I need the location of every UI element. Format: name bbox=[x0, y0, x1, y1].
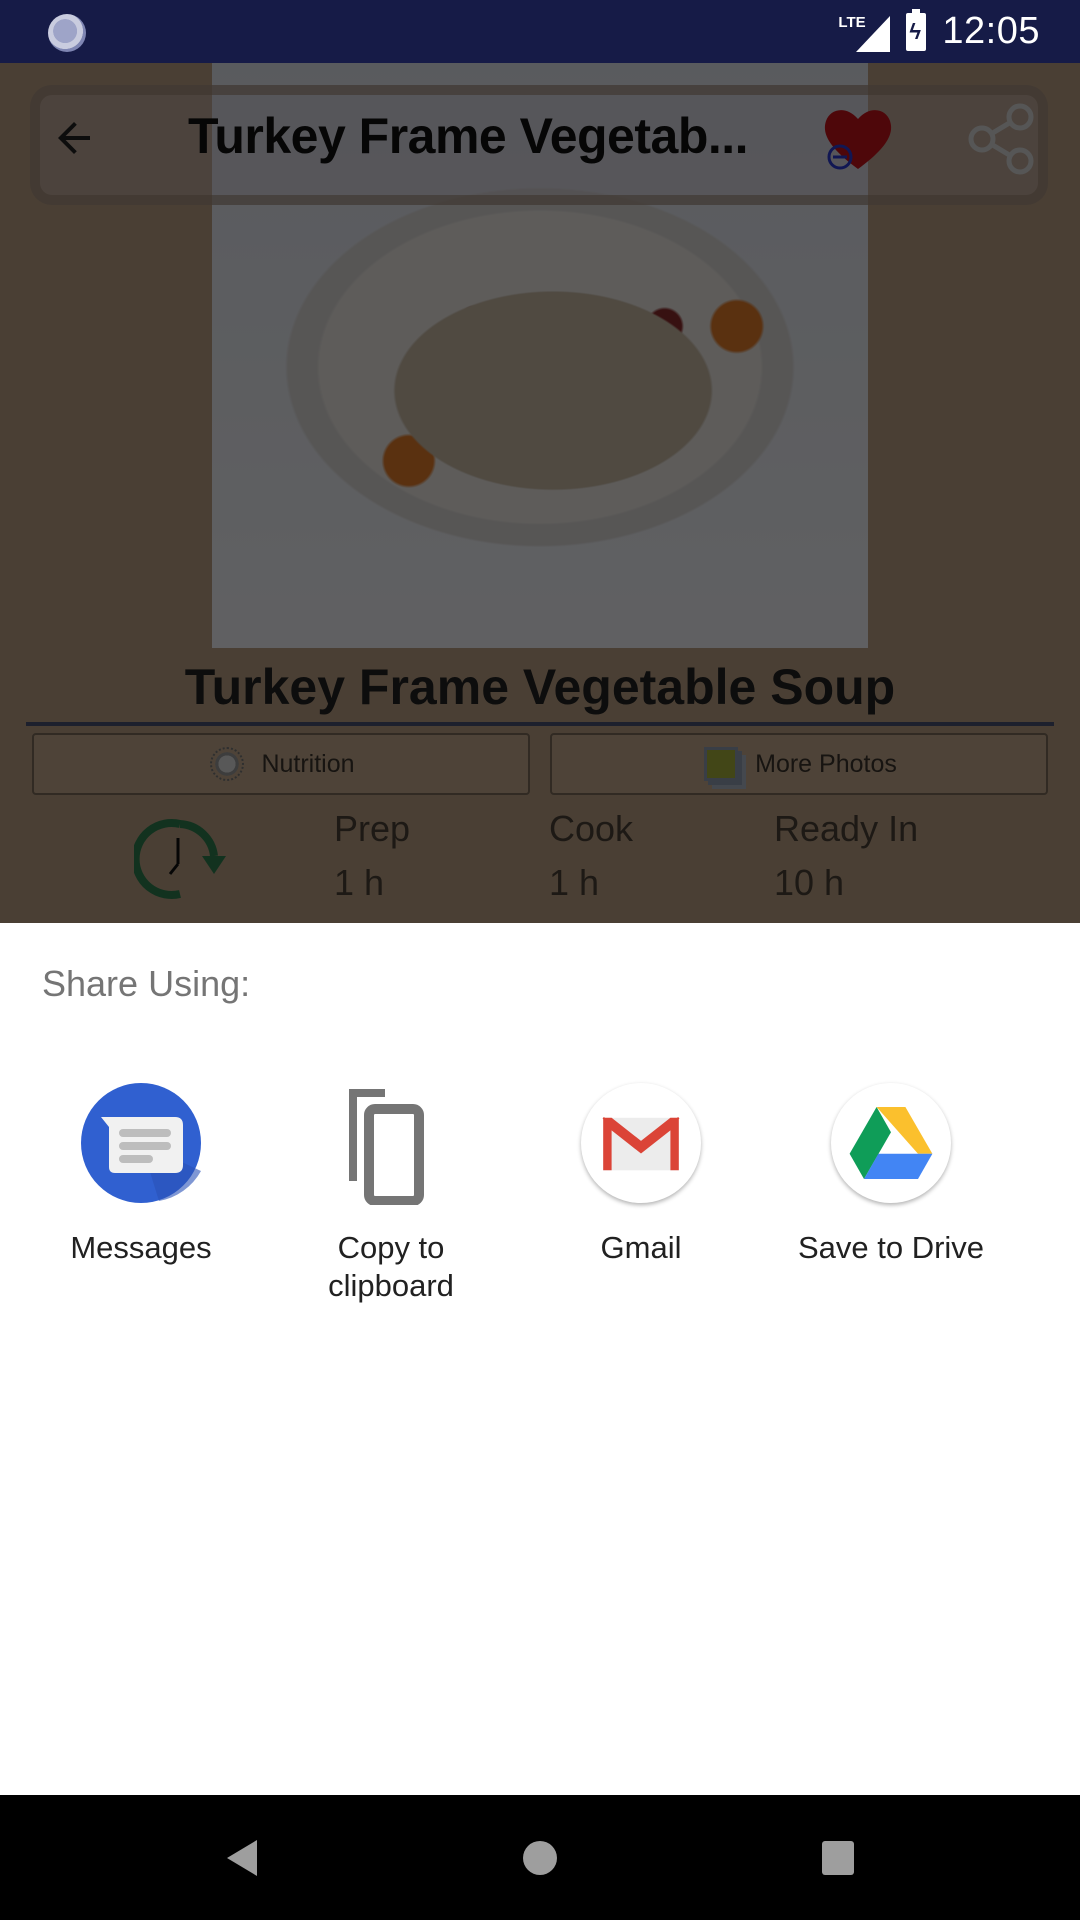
share-target-copy-clipboard[interactable]: Copy to clipboard bbox=[266, 1081, 516, 1305]
nutrition-icon bbox=[207, 744, 247, 784]
copy-icon bbox=[329, 1081, 453, 1205]
navigation-bar bbox=[0, 1795, 1080, 1920]
messages-label: Messages bbox=[70, 1230, 212, 1265]
favorite-button[interactable] bbox=[818, 99, 898, 175]
share-icon bbox=[968, 103, 1034, 175]
gmail-label: Gmail bbox=[600, 1230, 682, 1265]
lte-signal-icon: LTE bbox=[838, 12, 891, 52]
nutrition-button[interactable]: Nutrition bbox=[32, 733, 530, 795]
title-divider bbox=[26, 722, 1054, 726]
status-bar: LTE ϟ 12:05 bbox=[0, 0, 1080, 63]
nav-home-button[interactable] bbox=[470, 1795, 610, 1920]
back-triangle-icon bbox=[227, 1839, 257, 1876]
nav-recents-button[interactable] bbox=[768, 1795, 908, 1920]
more-photos-button[interactable]: More Photos bbox=[550, 733, 1048, 795]
nav-back-button[interactable] bbox=[172, 1795, 312, 1920]
drive-icon bbox=[829, 1081, 953, 1205]
copy-clipboard-label: Copy to clipboard bbox=[328, 1230, 454, 1303]
back-button[interactable] bbox=[44, 108, 104, 168]
cook-value: 1 h bbox=[549, 862, 600, 903]
share-target-messages[interactable]: Messages bbox=[16, 1081, 266, 1305]
share-button[interactable] bbox=[968, 103, 1036, 175]
gmail-icon bbox=[579, 1081, 703, 1205]
cook-time: Cook 1 h bbox=[549, 808, 633, 904]
clock: 12:05 bbox=[942, 10, 1040, 52]
share-target-gmail[interactable]: Gmail bbox=[516, 1081, 766, 1305]
signal-strength-icon bbox=[856, 15, 891, 52]
ready-in-time: Ready In 10 h bbox=[774, 808, 918, 904]
prep-label: Prep bbox=[334, 808, 411, 849]
share-target-drive[interactable]: Save to Drive bbox=[766, 1081, 1016, 1305]
nutrition-label: Nutrition bbox=[261, 749, 355, 778]
recents-square-icon bbox=[822, 1840, 854, 1875]
prep-time: Prep 1 h bbox=[334, 808, 410, 904]
battery-charging-icon: ϟ bbox=[906, 8, 927, 51]
messages-icon bbox=[79, 1081, 203, 1205]
cook-label: Cook bbox=[549, 808, 634, 849]
recipe-actions: Nutrition More Photos bbox=[32, 733, 1048, 795]
more-photos-label: More Photos bbox=[755, 749, 897, 778]
share-sheet-title: Share Using: bbox=[42, 963, 251, 1004]
drive-label: Save to Drive bbox=[797, 1230, 985, 1265]
status-indicators: LTE ϟ 12:05 bbox=[838, 0, 1040, 63]
heart-icon bbox=[824, 110, 892, 170]
share-sheet: Share Using: Messages Copy to clipboard … bbox=[0, 923, 1080, 1795]
ready-in-value: 10 h bbox=[774, 862, 845, 903]
recipe-screen: Turkey Frame Vegetab... Turkey Frame Veg… bbox=[0, 63, 1080, 923]
clock-icon bbox=[134, 819, 226, 899]
prep-value: 1 h bbox=[334, 862, 385, 903]
toolbar-title: Turkey Frame Vegetab... bbox=[188, 108, 749, 164]
share-targets: Messages Copy to clipboard Gmail Save to… bbox=[0, 1081, 1080, 1305]
ready-in-label: Ready In bbox=[774, 808, 919, 849]
recipe-title: Turkey Frame Vegetable Soup bbox=[184, 659, 896, 715]
recipe-times: Prep 1 h Cook 1 h Ready In 10 h bbox=[0, 808, 1080, 918]
photos-icon bbox=[701, 744, 741, 784]
home-circle-icon bbox=[523, 1840, 557, 1875]
sync-icon bbox=[48, 14, 86, 52]
arrow-left-icon bbox=[58, 122, 90, 154]
